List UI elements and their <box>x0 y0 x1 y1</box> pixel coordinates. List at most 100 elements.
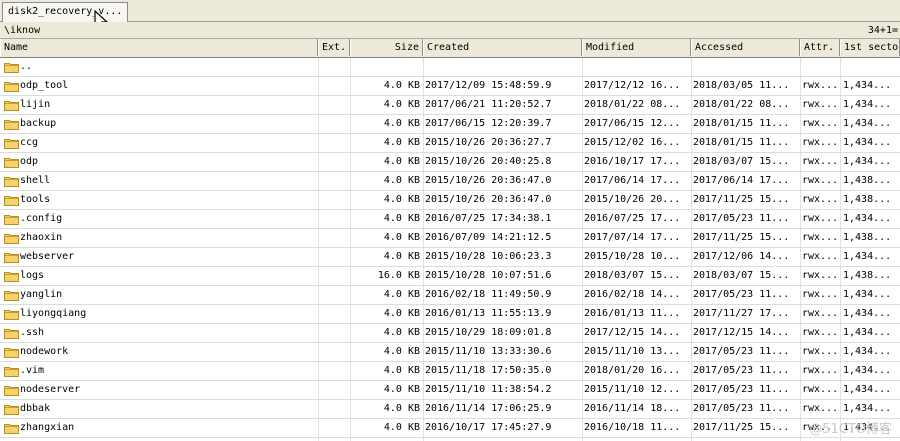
file-name: odp_tool <box>20 80 69 91</box>
first-sector: 1,434... <box>843 156 892 167</box>
file-size: 4.0 KB <box>383 289 420 300</box>
table-row[interactable]: .config 4.0 KB 2016/07/25 17:34:38.1 2016/0… <box>0 210 900 229</box>
folder-icon <box>4 100 19 111</box>
file-name: webserver <box>20 251 75 262</box>
table-row[interactable]: shell 4.0 KB 2015/10/26 20:36:47.0 2017/06/… <box>0 172 900 191</box>
column-header-ext[interactable]: Ext. <box>318 39 350 56</box>
table-row[interactable]: nodeserver 4.0 KB 2015/11/10 11:38:54.2 201… <box>0 381 900 400</box>
column-header-name[interactable]: Name <box>0 39 318 56</box>
modified-date: 2015/10/26 20... <box>584 194 681 205</box>
file-size: 4.0 KB <box>383 365 420 376</box>
first-sector: 1,438... <box>843 232 892 243</box>
file-size: 4.0 KB <box>383 346 420 357</box>
file-name: .vim <box>20 365 45 376</box>
table-row[interactable]: .. <box>0 58 900 77</box>
item-count: 34+1= <box>867 25 898 36</box>
file-attributes: rwx... <box>802 137 838 148</box>
table-row[interactable]: .vim 4.0 KB 2015/11/18 17:50:35.0 2018/01/2… <box>0 362 900 381</box>
folder-icon <box>4 176 19 187</box>
file-name: liyongqiang <box>20 308 87 319</box>
current-path: \iknow <box>4 25 41 36</box>
column-header-created[interactable]: Created <box>423 39 582 56</box>
file-attributes: rwx... <box>802 251 838 262</box>
file-list: .. odp_tool 4.0 KB 2017/12/09 15:48:59.9 201… <box>0 58 900 441</box>
first-sector: 1,434... <box>843 327 892 338</box>
created-date: 2015/11/10 11:38:54.2 <box>425 384 552 395</box>
modified-date: 2016/02/18 14... <box>584 289 681 300</box>
folder-icon <box>4 366 19 377</box>
table-row[interactable]: dbbak 4.0 KB 2016/11/14 17:06:25.9 2016/11/… <box>0 400 900 419</box>
table-row[interactable]: zhangxian 4.0 KB 2016/10/17 17:45:27.9 2016… <box>0 419 900 438</box>
first-sector: 1,434... <box>843 137 892 148</box>
modified-date: 2016/10/18 11... <box>584 422 681 433</box>
created-date: 2016/07/25 17:34:38.1 <box>425 213 552 224</box>
modified-date: 2015/11/10 12... <box>584 384 681 395</box>
table-row[interactable]: liyongqiang 4.0 KB 2016/01/13 11:55:13.9 20… <box>0 305 900 324</box>
modified-date: 2017/06/14 17... <box>584 175 681 186</box>
modified-date: 2018/01/20 16... <box>584 365 681 376</box>
folder-icon <box>4 195 19 206</box>
file-name: nodeserver <box>20 384 81 395</box>
file-size: 4.0 KB <box>383 156 420 167</box>
accessed-date: 2018/01/15 11... <box>693 137 790 148</box>
first-sector: 1,434... <box>843 213 892 224</box>
file-size: 4.0 KB <box>383 194 420 205</box>
file-name: zhaoxin <box>20 232 63 243</box>
file-attributes: rwx... <box>802 270 838 281</box>
file-attributes: rwx... <box>802 232 838 243</box>
table-row[interactable]: nodework 4.0 KB 2015/11/10 13:33:30.6 2015/… <box>0 343 900 362</box>
tab-bar: disk2_recovery_v... <box>0 0 900 31</box>
table-row[interactable]: odp_tool 4.0 KB 2017/12/09 15:48:59.9 2017/… <box>0 77 900 96</box>
column-header-first-sector[interactable]: 1st secto <box>840 39 900 56</box>
file-attributes: rwx... <box>802 346 838 357</box>
accessed-date: 2018/01/22 08... <box>693 99 790 110</box>
file-attributes: rwx... <box>802 99 838 110</box>
modified-date: 2017/07/14 17... <box>584 232 681 243</box>
file-name: ccg <box>20 137 39 148</box>
created-date: 2016/10/17 17:45:27.9 <box>425 422 552 433</box>
file-size: 16.0 KB <box>377 270 420 281</box>
table-row[interactable]: yanglin 4.0 KB 2016/02/18 11:49:50.9 2016/0… <box>0 286 900 305</box>
accessed-date: 2017/12/15 14... <box>693 327 790 338</box>
folder-icon <box>4 233 19 244</box>
modified-date: 2016/11/14 18... <box>584 403 681 414</box>
table-row[interactable]: odp 4.0 KB 2015/10/26 20:40:25.8 2016/10/17… <box>0 153 900 172</box>
modified-date: 2018/03/07 15... <box>584 270 681 281</box>
path-bar: \iknow 34+1= <box>0 22 900 39</box>
file-name: logs <box>20 270 45 281</box>
modified-date: 2016/01/13 11... <box>584 308 681 319</box>
file-attributes: rwx... <box>802 213 838 224</box>
accessed-date: 2017/12/06 14... <box>693 251 790 262</box>
table-row[interactable]: zhaoxin 4.0 KB 2016/07/09 14:21:12.5 2017/0… <box>0 229 900 248</box>
table-row[interactable]: .ssh 4.0 KB 2015/10/29 18:09:01.8 2017/12/1… <box>0 324 900 343</box>
file-name: .. <box>20 61 33 72</box>
watermark: @51CTO博客 <box>809 422 892 437</box>
table-row[interactable]: backup 4.0 KB 2017/06/15 12:20:39.7 2017/06… <box>0 115 900 134</box>
column-header-size[interactable]: Size <box>350 39 423 56</box>
created-date: 2015/10/29 18:09:01.8 <box>425 327 552 338</box>
modified-date: 2015/12/02 16... <box>584 137 681 148</box>
folder-icon <box>4 290 19 301</box>
first-sector: 1,434... <box>843 80 892 91</box>
modified-date: 2017/06/15 12... <box>584 118 681 129</box>
file-size: 4.0 KB <box>383 213 420 224</box>
tab-disk2-recovery[interactable]: disk2_recovery_v... <box>2 2 128 22</box>
created-date: 2017/12/09 15:48:59.9 <box>425 80 552 91</box>
modified-date: 2018/01/22 08... <box>584 99 681 110</box>
file-size <box>350 58 420 76</box>
column-header-accessed[interactable]: Accessed <box>691 39 800 56</box>
first-sector: 1,438... <box>843 270 892 281</box>
column-header-modified[interactable]: Modified <box>582 39 691 56</box>
first-sector <box>843 58 895 76</box>
first-sector: 1,434... <box>843 289 892 300</box>
folder-icon <box>4 328 19 339</box>
table-row[interactable]: webserver 4.0 KB 2015/10/28 10:06:23.3 2015… <box>0 248 900 267</box>
table-row[interactable]: lijin 4.0 KB 2017/06/21 11:20:52.7 2018/01/… <box>0 96 900 115</box>
modified-date: 2015/10/28 10... <box>584 251 681 262</box>
table-row[interactable]: ccg 4.0 KB 2015/10/26 20:36:27.7 2015/12/02… <box>0 134 900 153</box>
modified-date: 2017/12/15 14... <box>584 327 681 338</box>
table-row[interactable]: logs 16.0 KB 2015/10/28 10:07:51.6 2018/03/… <box>0 267 900 286</box>
table-row[interactable]: tools 4.0 KB 2015/10/26 20:36:47.0 2015/10/… <box>0 191 900 210</box>
column-header-attr[interactable]: Attr. <box>800 39 840 56</box>
file-attributes: rwx... <box>802 308 838 319</box>
